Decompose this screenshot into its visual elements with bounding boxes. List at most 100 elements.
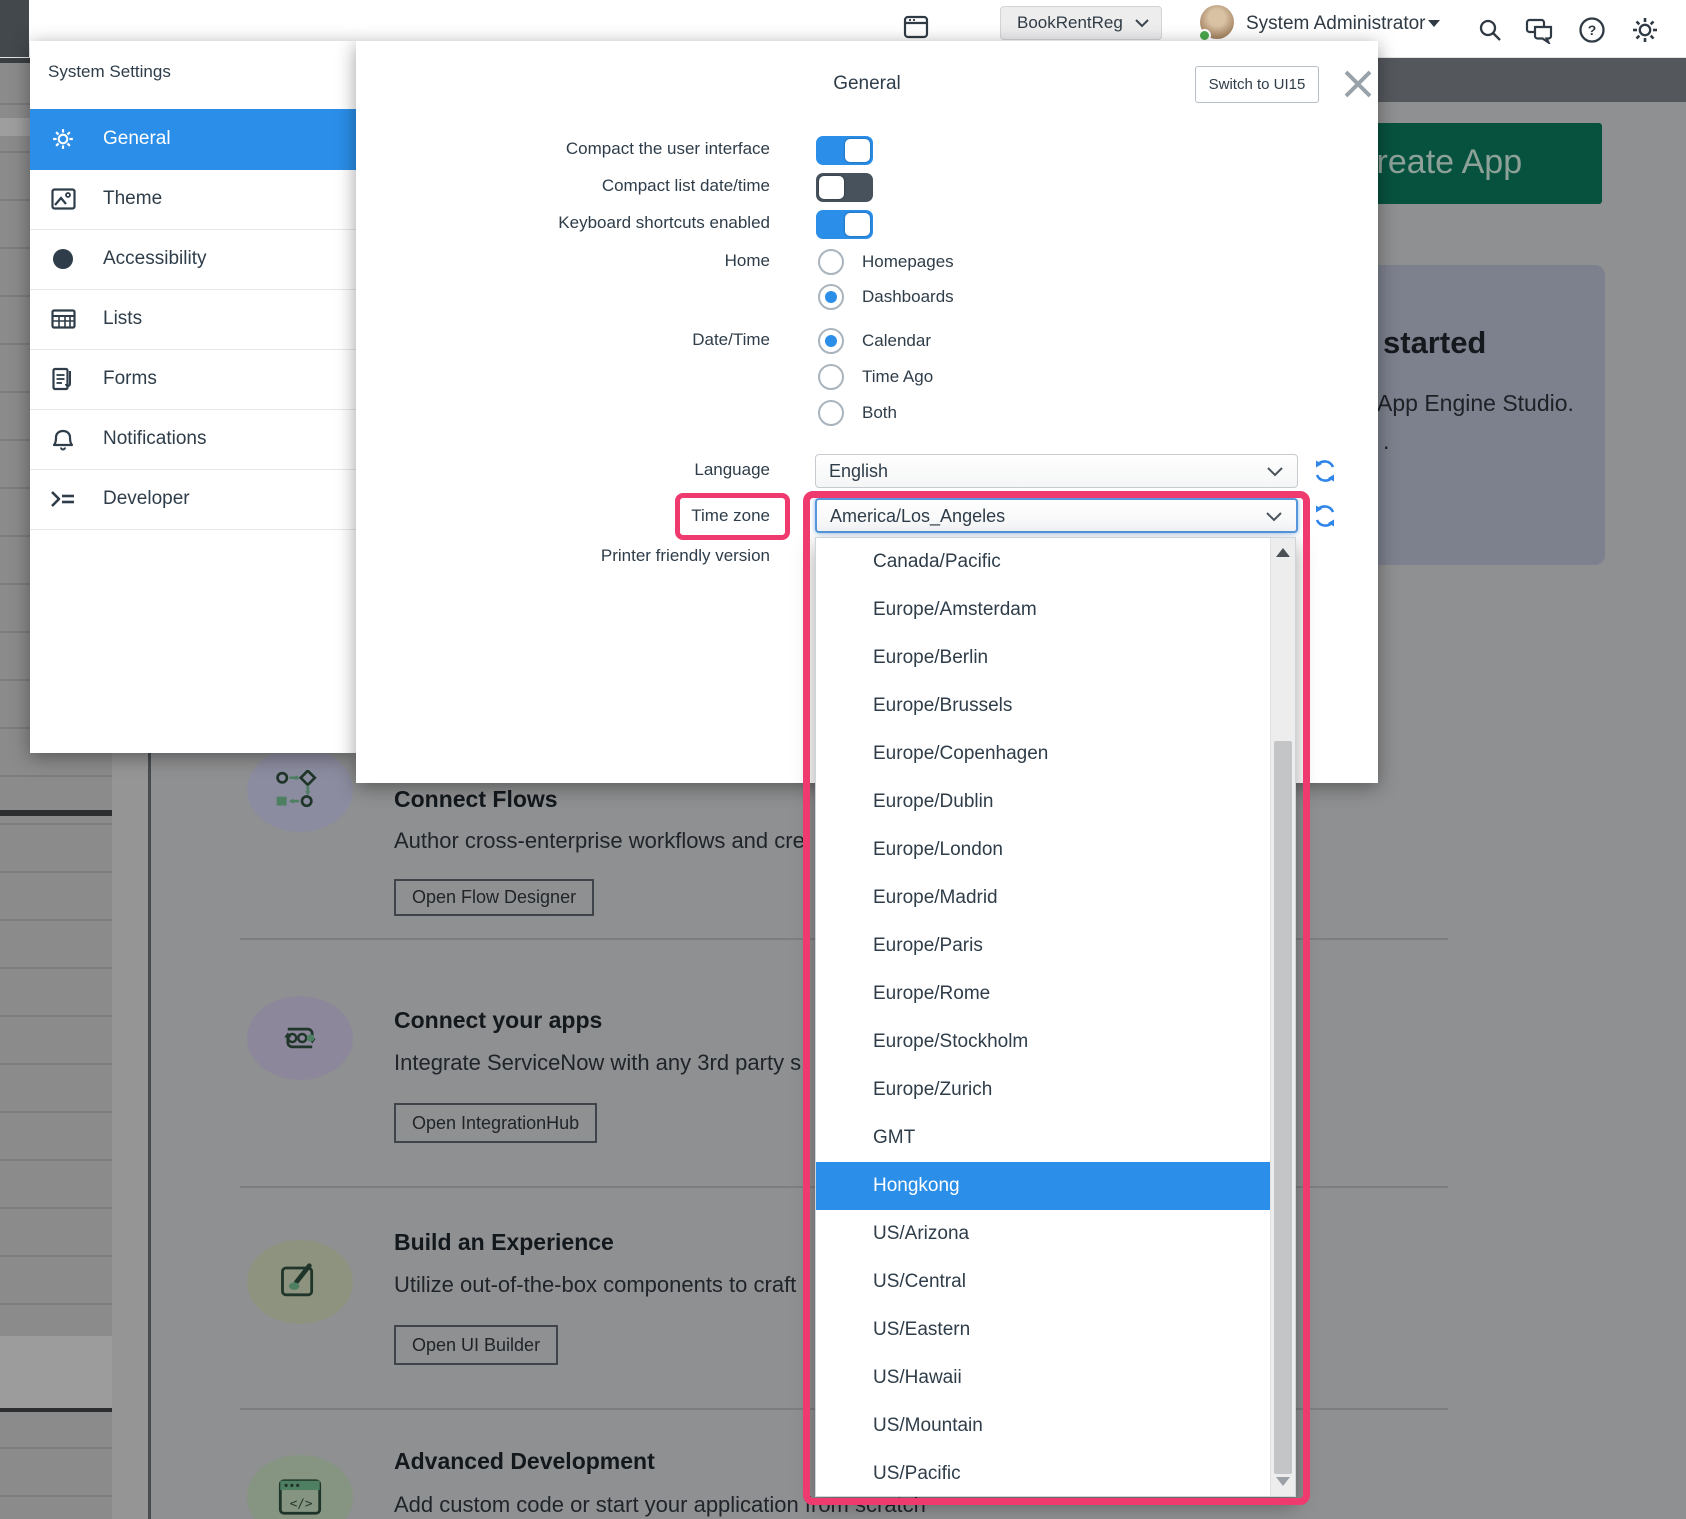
code-icon: </> xyxy=(247,1455,353,1519)
timezone-option[interactable]: Europe/Berlin xyxy=(816,634,1295,682)
flow-icon-glyph xyxy=(274,770,326,810)
indent-icon xyxy=(50,486,76,512)
brush-icon-glyph xyxy=(279,1261,321,1303)
timezone-option[interactable]: US/Arizona xyxy=(816,1210,1295,1258)
timezone-option[interactable]: Europe/Copenhagen xyxy=(816,730,1295,778)
user-caret-icon[interactable] xyxy=(1428,20,1440,27)
chevron-down-icon xyxy=(1135,19,1149,28)
radio-both[interactable] xyxy=(818,400,844,426)
sidebar-title: System Settings xyxy=(48,62,171,82)
radio-dot xyxy=(825,291,837,303)
getting-started-text: . xyxy=(1383,428,1389,455)
card-description: Utilize out-of-the-box components to cra… xyxy=(394,1272,796,1298)
radio-dashboards[interactable] xyxy=(818,284,844,310)
timezone-option[interactable]: Europe/Paris xyxy=(816,922,1295,970)
search-icon[interactable] xyxy=(1477,17,1504,44)
timezone-option[interactable]: Europe/Brussels xyxy=(816,682,1295,730)
field-label: Keyboard shortcuts enabled xyxy=(450,213,770,233)
timezone-option[interactable]: Europe/Rome xyxy=(816,970,1295,1018)
sync-icon xyxy=(247,996,353,1080)
open-ui-builder-button[interactable]: Open UI Builder xyxy=(394,1325,558,1365)
timezone-option[interactable]: Europe/London xyxy=(816,826,1295,874)
language-select[interactable]: English xyxy=(815,454,1298,488)
flow-icon xyxy=(247,748,353,832)
sidebar-item-notifications[interactable]: Notifications xyxy=(30,409,356,470)
field-label: Time zone xyxy=(450,506,770,526)
sidebar-item-lists[interactable]: Lists xyxy=(30,289,356,350)
background-decor xyxy=(0,1336,112,1408)
timezone-option[interactable]: US/Eastern xyxy=(816,1306,1295,1354)
table-icon xyxy=(50,306,76,332)
switch-to-ui15-button[interactable]: Switch to UI15 xyxy=(1195,66,1319,103)
timezone-option[interactable]: Europe/Madrid xyxy=(816,874,1295,922)
sidebar-item-label: Developer xyxy=(103,488,190,510)
sidebar-item-theme[interactable]: Theme xyxy=(30,169,356,230)
timezone-option[interactable]: Europe/Dublin xyxy=(816,778,1295,826)
document-icon xyxy=(50,366,76,392)
chevron-down-icon xyxy=(1267,467,1283,477)
sidebar-item-developer[interactable]: Developer xyxy=(30,469,356,530)
radio-label: Homepages xyxy=(862,252,954,272)
radio-time-ago[interactable] xyxy=(818,364,844,390)
timezone-option[interactable]: US/Mountain xyxy=(816,1402,1295,1450)
radio-label: Time Ago xyxy=(862,367,933,387)
app-picker-label: BookRentReg xyxy=(1017,13,1123,33)
brush-icon xyxy=(247,1240,353,1324)
sidebar-item-label: Accessibility xyxy=(103,248,206,270)
app-picker-button[interactable]: BookRentReg xyxy=(1000,6,1162,40)
timezone-select[interactable]: America/Los_Angeles xyxy=(815,498,1298,533)
chat-icon[interactable] xyxy=(1525,17,1555,44)
toggle-knob xyxy=(845,139,870,162)
timezone-option[interactable]: US/Central xyxy=(816,1258,1295,1306)
nav-corner xyxy=(0,0,29,57)
open-flow-designer-button[interactable]: Open Flow Designer xyxy=(394,879,594,916)
scroll-down-arrow-icon[interactable] xyxy=(1276,1477,1290,1486)
user-menu[interactable]: System Administrator xyxy=(1246,13,1426,35)
circle-icon xyxy=(50,246,76,272)
timezone-option[interactable]: Europe/Amsterdam xyxy=(816,586,1295,634)
chevron-down-icon xyxy=(1266,512,1282,522)
compact-list-datetime-toggle[interactable] xyxy=(816,173,873,202)
svg-text:</>: </> xyxy=(290,1496,313,1511)
sidebar-item-label: General xyxy=(103,128,171,150)
card-title: Connect your apps xyxy=(394,1007,602,1034)
sidebar-item-general[interactable]: General xyxy=(30,109,356,170)
sidebar-item-label: Notifications xyxy=(103,428,207,450)
scrollbar-thumb[interactable] xyxy=(1274,741,1292,1474)
radio-dot xyxy=(825,335,837,347)
radio-label: Calendar xyxy=(862,331,931,351)
page-title: General xyxy=(667,73,1067,95)
card-description: Author cross-enterprise workflows and cr… xyxy=(394,828,805,854)
close-icon[interactable] xyxy=(1342,68,1374,100)
timezone-option[interactable]: US/Hawaii xyxy=(816,1354,1295,1402)
calendar-icon[interactable] xyxy=(902,13,930,41)
timezone-option[interactable]: Canada/Pacific xyxy=(816,538,1295,586)
help-icon[interactable]: ? xyxy=(1578,16,1606,44)
getting-started-heading: started xyxy=(1383,325,1486,361)
sidebar-item-accessibility[interactable]: Accessibility xyxy=(30,229,356,290)
sidebar-item-label: Forms xyxy=(103,368,157,390)
refresh-icon[interactable] xyxy=(1311,502,1339,530)
radio-homepages[interactable] xyxy=(818,249,844,275)
sidebar-item-forms[interactable]: Forms xyxy=(30,349,356,410)
keyboard-shortcuts-toggle[interactable] xyxy=(816,210,873,239)
radio-label: Both xyxy=(862,403,897,423)
scroll-up-arrow-icon[interactable] xyxy=(1276,548,1290,557)
sidebar-item-label: Theme xyxy=(103,188,162,210)
timezone-option[interactable]: Europe/Stockholm xyxy=(816,1018,1295,1066)
toggle-knob xyxy=(845,213,870,236)
screen: Create App started App Engine Studio. . … xyxy=(0,0,1686,1519)
radio-calendar[interactable] xyxy=(818,328,844,354)
timezone-option-highlighted[interactable]: Hongkong xyxy=(816,1162,1295,1210)
system-settings-sidebar: System Settings General Theme A xyxy=(30,41,356,753)
toggle-knob xyxy=(819,176,844,199)
timezone-option[interactable]: Europe/Zurich xyxy=(816,1066,1295,1114)
background-decor xyxy=(0,810,112,816)
timezone-option[interactable]: GMT xyxy=(816,1114,1295,1162)
gear-icon[interactable] xyxy=(1631,16,1659,44)
refresh-icon[interactable] xyxy=(1311,457,1339,485)
compact-ui-toggle[interactable] xyxy=(816,136,873,165)
timezone-option[interactable]: US/Pacific xyxy=(816,1450,1295,1498)
open-integrationhub-button[interactable]: Open IntegrationHub xyxy=(394,1103,597,1143)
code-icon-glyph: </> xyxy=(278,1478,322,1516)
